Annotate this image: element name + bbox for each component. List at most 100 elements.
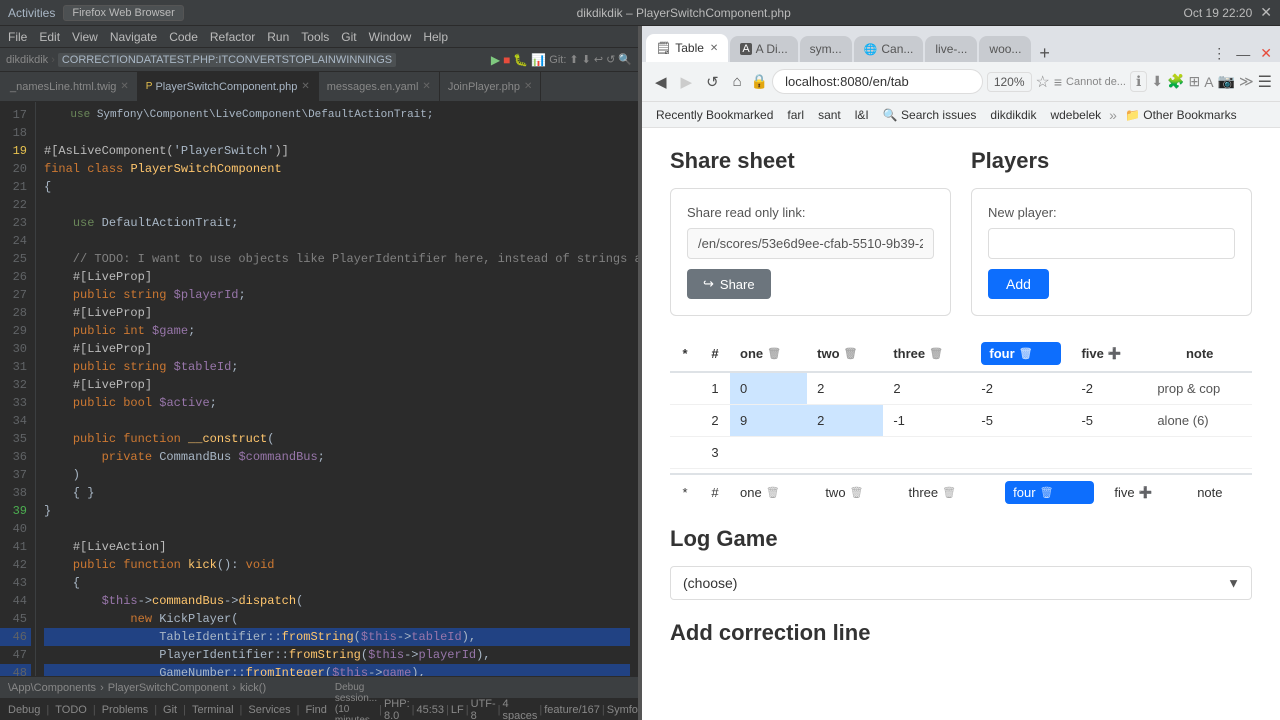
git-history[interactable]: ↩ (594, 53, 603, 66)
debug-session-info: Debug session... (10 minutes ago) (335, 682, 377, 720)
browser-tabs-menu-icon[interactable]: ⋮ (1208, 45, 1230, 62)
bookmark-dikdikdik[interactable]: dikdikdik (984, 106, 1042, 124)
window-close-btn[interactable]: ✕ (1260, 4, 1272, 21)
correction-title: Add correction line (670, 620, 1252, 646)
forward-btn[interactable]: ▶ (676, 71, 698, 93)
log-game-select[interactable]: (choose) (670, 566, 1252, 600)
debug-item-git[interactable]: Git (159, 704, 181, 716)
menu-window[interactable]: Window (363, 30, 418, 44)
coverage-btn[interactable]: 📊 (531, 53, 546, 67)
search-btn[interactable]: 🔍 (618, 53, 632, 66)
browser-panel: 🗒 Table ✕ A A Di... sym... 🌐 Can... live… (642, 26, 1280, 720)
menu-navigate[interactable]: Navigate (104, 30, 163, 44)
screenshot-icon[interactable]: 📷 (1218, 73, 1235, 90)
bc-active[interactable]: CORRECTIONDATATEST.PHP:ITCONVERTSTOPLAIN… (58, 53, 396, 67)
menu-help[interactable]: Help (417, 30, 454, 44)
menu-refactor[interactable]: Refactor (204, 30, 261, 44)
git-pull[interactable]: ⬇ (582, 53, 591, 66)
grid-icon[interactable]: ⊞ (1188, 73, 1200, 90)
bookmark-other[interactable]: 📁 Other Bookmarks (1119, 106, 1243, 124)
browser-tab-can[interactable]: 🌐 Can... (854, 36, 924, 62)
tab-adi-label: A Di... (756, 42, 788, 56)
browser-tab-close-icon[interactable]: ✕ (710, 43, 718, 54)
extensions-icon[interactable]: 🧩 (1167, 73, 1184, 90)
download-icon[interactable]: ⬇ (1151, 73, 1163, 90)
add-player-button[interactable]: Add (988, 269, 1049, 299)
firefox-browser-btn[interactable]: Firefox Web Browser (63, 5, 184, 21)
browser-menu-btn[interactable]: ☰ (1258, 72, 1272, 92)
bc-sep1: › (51, 54, 55, 66)
tab-names-line[interactable]: _namesLine.html.twig ✕ (2, 72, 138, 101)
info-icon[interactable]: ℹ (1130, 71, 1147, 92)
debug-item-find[interactable]: Find (301, 704, 330, 716)
reader-mode-icon[interactable]: ≡ (1054, 74, 1062, 90)
menu-file[interactable]: File (2, 30, 33, 44)
share-link-label: Share read only link: (687, 205, 934, 220)
tab-playerswitch[interactable]: P PlayerSwitchComponent.php ✕ (138, 72, 319, 101)
menu-edit[interactable]: Edit (33, 30, 66, 44)
code-content[interactable]: use Symfony\Component\LiveComponent\Defa… (36, 102, 638, 676)
address-input[interactable] (772, 69, 983, 94)
git-push[interactable]: ⬆ (569, 53, 578, 66)
menu-run[interactable]: Run (261, 30, 295, 44)
tab-messages[interactable]: messages.en.yaml ✕ (319, 72, 440, 101)
col-four-delete-icon[interactable]: 🗑 (1019, 347, 1033, 360)
browser-minimize-icon[interactable]: — (1232, 46, 1254, 62)
stop-btn[interactable]: ■ (503, 53, 510, 67)
share-button[interactable]: ↪ Share (687, 269, 771, 299)
run-btn[interactable]: ▶ (491, 53, 500, 67)
browser-tab-woo[interactable]: woo... (979, 36, 1031, 62)
footer-col-two-delete-icon[interactable]: 🗑 (850, 486, 864, 499)
col-three-delete-icon[interactable]: 🗑 (929, 347, 943, 360)
footer-col-five-add-icon[interactable]: ➕ (1139, 486, 1153, 499)
more-tools-icon[interactable]: ≫ (1239, 73, 1254, 90)
col-one-delete-icon[interactable]: 🗑 (767, 347, 781, 360)
debug-item-debug[interactable]: Debug (4, 704, 44, 716)
bookmark-i8i[interactable]: l&I (849, 106, 875, 124)
bookmark-sant[interactable]: sant (812, 106, 847, 124)
col-two-delete-icon[interactable]: 🗑 (844, 347, 858, 360)
browser-tab-table[interactable]: 🗒 Table ✕ (646, 34, 728, 62)
footer-col-four-delete-icon[interactable]: 🗑 (1040, 486, 1054, 499)
debug-item-todo[interactable]: TODO (51, 704, 91, 716)
status-path: \App\Components (8, 682, 96, 694)
debug-spaces: 4 spaces (503, 698, 538, 720)
home-btn[interactable]: ⌂ (728, 71, 747, 92)
bc-project[interactable]: dikdikdik (6, 54, 48, 66)
activities-label[interactable]: Activities (8, 6, 55, 20)
tab-joinplayer[interactable]: JoinPlayer.php ✕ (440, 72, 542, 101)
menu-git[interactable]: Git (335, 30, 362, 44)
row2-one: 9 (730, 405, 807, 437)
browser-tab-live[interactable]: live-... (925, 36, 977, 62)
new-tab-btn[interactable]: + (1033, 44, 1056, 62)
bookmark-star-icon[interactable]: ☆ (1036, 72, 1050, 92)
bookmark-search-issues[interactable]: 🔍 Search issues (877, 106, 983, 124)
col-five-add-icon[interactable]: ➕ (1108, 347, 1122, 360)
address-bar: ◀ ▶ ↺ ⌂ 🔒 120% ☆ ≡ Cannot de... ℹ ⬇ 🧩 ⊞ … (642, 62, 1280, 102)
table-row: 3 (670, 437, 1252, 469)
bookmark-recently[interactable]: Recently Bookmarked (650, 106, 779, 124)
menu-tools[interactable]: Tools (295, 30, 335, 44)
new-player-input[interactable] (988, 228, 1235, 259)
footer-col-one-delete-icon[interactable]: 🗑 (766, 486, 780, 499)
share-link-input[interactable] (687, 228, 934, 259)
browser-tab-adi[interactable]: A A Di... (730, 36, 797, 62)
debug-item-terminal[interactable]: Terminal (188, 704, 238, 716)
browser-close-icon[interactable]: ✕ (1256, 45, 1276, 62)
git-rollback[interactable]: ↺ (606, 53, 615, 66)
menu-view[interactable]: View (66, 30, 104, 44)
text-resize-icon[interactable]: A (1204, 74, 1213, 90)
debug-item-services[interactable]: Services (244, 704, 294, 716)
bookmark-farl[interactable]: farl (781, 106, 810, 124)
menu-code[interactable]: Code (163, 30, 204, 44)
debug-run-btn[interactable]: 🐛 (513, 53, 528, 67)
back-btn[interactable]: ◀ (650, 71, 672, 93)
bookmark-wdebelek[interactable]: wdebelek (1044, 106, 1107, 124)
reload-btn[interactable]: ↺ (701, 71, 724, 93)
status-bar: \App\Components › PlayerSwitchComponent … (0, 676, 638, 698)
debug-item-problems[interactable]: Problems (98, 704, 152, 716)
browser-tab-sym[interactable]: sym... (800, 36, 852, 62)
footer-col-three-delete-icon[interactable]: 🗑 (942, 486, 956, 499)
debug-branch: feature/167 (544, 704, 600, 716)
breadcrumb-bar: dikdikdik › CORRECTIONDATATEST.PHP:ITCON… (0, 48, 638, 72)
